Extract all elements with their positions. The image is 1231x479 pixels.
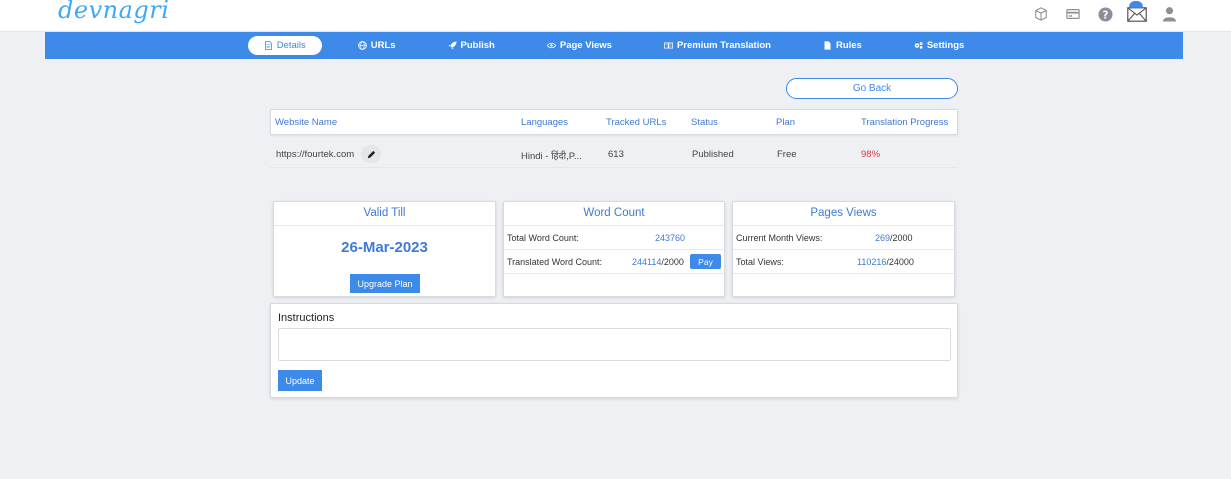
translated-word-count-row: Translated Word Count: 244114/2000 Pay [504, 250, 724, 274]
total-views-value: 110216/24000 [857, 257, 914, 267]
billing-card-icon[interactable] [1063, 4, 1083, 24]
top-header: devnagri ? [0, 0, 1231, 32]
tab-label: Rules [835, 40, 862, 51]
translation-progress-value: 98% [861, 149, 881, 160]
column-header-languages[interactable]: Languages [521, 117, 568, 128]
tab-label: URLs [370, 40, 396, 51]
rocket-icon [447, 41, 457, 50]
tab-label: Settings [926, 40, 965, 51]
page-views-card: Pages Views Current Month Views: 269/200… [732, 201, 955, 297]
tracked-urls-value: 613 [608, 149, 624, 160]
column-header-tracked-urls[interactable]: Tracked URLs [606, 117, 666, 128]
tab-label: Premium Translation [676, 40, 771, 51]
total-word-count-label: Total Word Count: [507, 233, 579, 243]
total-views-limit: /24000 [886, 257, 914, 267]
eye-icon [546, 42, 556, 49]
current-month-views-limit: /2000 [890, 233, 913, 243]
help-icon[interactable]: ? [1095, 4, 1115, 24]
pay-button[interactable]: Pay [690, 254, 721, 269]
upgrade-plan-button[interactable]: Upgrade Plan [350, 274, 420, 293]
tab-label: Details [276, 40, 306, 51]
total-views-number: 110216 [857, 257, 887, 267]
instructions-title: Instructions [278, 312, 335, 324]
tab-settings[interactable]: Settings [898, 36, 980, 55]
column-header-translation-progress[interactable]: Translation Progress [861, 117, 948, 128]
column-header-status[interactable]: Status [691, 117, 718, 128]
valid-till-title: Valid Till [274, 202, 495, 226]
file-icon [824, 41, 831, 50]
document-icon [264, 41, 272, 50]
devnagri-logo[interactable]: devnagri [58, 0, 169, 24]
total-views-row: Total Views: 110216/24000 [733, 250, 954, 274]
column-header-website-name[interactable]: Website Name [275, 117, 337, 128]
instructions-panel: Instructions Update [270, 303, 958, 398]
languages-value: Hindi - हिंदी,P... [521, 151, 582, 162]
current-month-views-label: Current Month Views: [736, 233, 823, 243]
gears-icon [914, 42, 923, 49]
pencil-icon [367, 150, 375, 158]
update-button[interactable]: Update [278, 370, 322, 391]
valid-till-date: 26-Mar-2023 [341, 239, 428, 256]
tab-premium-translation[interactable]: Premium Translation [648, 36, 787, 55]
status-value: Published [692, 149, 734, 160]
plan-value: Free [777, 149, 797, 160]
svg-text:?: ? [1102, 9, 1108, 21]
tab-urls[interactable]: URLs [342, 36, 412, 55]
page-views-title: Pages Views [733, 202, 954, 226]
header-icon-group: ? [1031, 1, 1179, 24]
user-icon[interactable] [1159, 4, 1179, 24]
word-count-card: Word Count Total Word Count: 243760 Tran… [503, 201, 725, 297]
instructions-input[interactable] [278, 328, 951, 361]
tab-label: Publish [460, 40, 495, 51]
valid-till-card: Valid Till 26-Mar-2023 Upgrade Plan [273, 201, 496, 297]
notification-badge [1129, 1, 1143, 7]
tab-publish[interactable]: Publish [432, 36, 511, 55]
tab-label: Page Views [559, 40, 612, 51]
translated-word-count-number: 244114 [632, 257, 662, 267]
total-word-count-row: Total Word Count: 243760 [504, 226, 724, 250]
edit-website-button[interactable] [361, 145, 381, 163]
translated-word-count-value: 244114/2000 [632, 257, 684, 267]
current-month-views-row: Current Month Views: 269/2000 [733, 226, 954, 250]
mail-icon[interactable] [1127, 1, 1147, 24]
table-row: https://fourtek.com Hindi - हिंदी,P... 6… [270, 140, 958, 168]
tab-page-views[interactable]: Page Views [531, 36, 628, 55]
tab-details[interactable]: Details [247, 36, 322, 55]
website-table-header: Website Name Languages Tracked URLs Stat… [270, 109, 958, 135]
tab-rules[interactable]: Rules [807, 36, 878, 55]
total-views-label: Total Views: [736, 257, 784, 267]
website-url[interactable]: https://fourtek.com [276, 149, 354, 160]
current-month-views-number: 269 [875, 233, 891, 243]
translated-word-count-limit: /2000 [661, 257, 684, 267]
column-header-plan[interactable]: Plan [776, 117, 795, 128]
globe-icon [357, 41, 367, 50]
total-word-count-value: 243760 [655, 233, 686, 243]
cube-icon[interactable] [1031, 4, 1051, 24]
main-nav: Details URLs Publish Page Views Premium … [45, 32, 1183, 59]
go-back-button[interactable]: Go Back [786, 78, 958, 99]
translated-word-count-label: Translated Word Count: [507, 257, 603, 267]
word-count-title: Word Count [504, 202, 724, 226]
current-month-views-value: 269/2000 [875, 233, 913, 243]
translate-icon [663, 42, 673, 49]
